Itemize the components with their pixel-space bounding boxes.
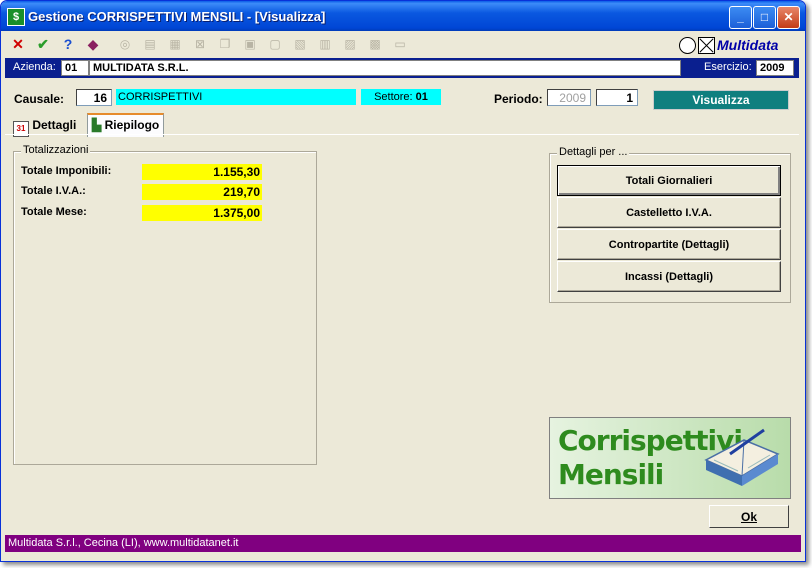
castelletto-iva-button[interactable]: Castelletto I.V.A. [557, 197, 781, 228]
totale-imponibili-value: 1.155,30 [142, 164, 262, 180]
note-icon[interactable]: ▭ [391, 35, 409, 53]
ok-button[interactable]: Ok [709, 505, 789, 528]
help-icon[interactable]: ? [59, 35, 77, 53]
maximize-button[interactable]: □ [753, 6, 776, 29]
periodo-month-input[interactable]: 1 [596, 89, 638, 106]
settore-label: Settore: [374, 91, 413, 103]
causale-code-input[interactable]: 16 [76, 89, 112, 106]
tab-dettagli[interactable]: 31 Dettagli [13, 115, 77, 137]
print-icon[interactable]: ▤ [141, 35, 159, 53]
minimize-button[interactable]: _ [729, 6, 752, 29]
close-button[interactable]: ✕ [777, 6, 800, 29]
totalizzazioni-title: Totalizzazioni [21, 144, 91, 156]
totale-imponibili-label: Totale Imponibili: [21, 165, 112, 177]
azienda-name: MULTIDATA S.R.L. [89, 60, 681, 76]
totale-iva-value: 219,70 [142, 184, 262, 200]
tab-dettagli-label: Dettagli [32, 118, 77, 132]
delete-icon[interactable]: ⊠ [191, 35, 209, 53]
new-document-icon[interactable]: ▢ [266, 35, 284, 53]
azienda-label: Azienda: [13, 61, 56, 73]
cancel-icon[interactable]: ✕ [9, 35, 27, 53]
esercizio-value: 2009 [756, 60, 794, 76]
brand-name: Multidata [717, 37, 779, 53]
settore-value: 01 [415, 91, 428, 103]
tab-riepilogo-label: Riepilogo [104, 118, 160, 132]
table-icon[interactable]: ▥ [316, 35, 334, 53]
causale-description: CORRISPETTIVI [116, 89, 356, 105]
tab-divider [5, 134, 799, 135]
confirm-icon[interactable]: ✔ [34, 35, 52, 53]
circle-icon [679, 36, 696, 54]
totale-iva-label: Totale I.V.A.: [21, 185, 86, 197]
periodo-year-input[interactable]: 2009 [547, 89, 591, 106]
paste-icon[interactable]: ▣ [241, 35, 259, 53]
esercizio-label: Esercizio: [704, 61, 752, 73]
binoculars-icon[interactable]: ◎ [116, 35, 134, 53]
preview-icon[interactable]: ▦ [166, 35, 184, 53]
totale-mese-value: 1.375,00 [142, 205, 262, 221]
open-book-icon [704, 428, 780, 486]
dettagli-per-title: Dettagli per ... [557, 146, 630, 158]
banner-line2: Mensili [558, 458, 664, 491]
company-bar: Azienda: 01 MULTIDATA S.R.L. Esercizio: … [5, 58, 799, 78]
report-icon: ▙ [92, 118, 102, 132]
main-window: $ Gestione CORRISPETTIVI MENSILI - [Visu… [0, 0, 806, 562]
settore-box: Settore: 01 [361, 89, 441, 105]
copy-icon[interactable]: ❐ [216, 35, 234, 53]
book-icon[interactable]: ◆ [84, 35, 102, 53]
image-icon[interactable]: ▧ [291, 35, 309, 53]
export-icon[interactable]: ▩ [366, 35, 384, 53]
causale-label: Causale: [14, 92, 65, 106]
contropartite-button[interactable]: Contropartite (Dettagli) [557, 229, 781, 260]
corrispettivi-banner: Corrispettivi Mensili [549, 417, 791, 499]
window-title: Gestione CORRISPETTIVI MENSILI - [Visual… [28, 9, 326, 24]
totale-mese-label: Totale Mese: [21, 206, 87, 218]
totali-giornalieri-button[interactable]: Totali Giornalieri [557, 165, 781, 196]
crossed-box-icon [698, 36, 715, 54]
incassi-button[interactable]: Incassi (Dettagli) [557, 261, 781, 292]
azienda-code: 01 [61, 60, 89, 76]
status-bar: Multidata S.r.l., Cecina (LI), www.multi… [5, 535, 801, 552]
periodo-label: Periodo: [494, 92, 543, 106]
brand-logo: Multidata [679, 35, 797, 55]
ok-button-label: Ok [740, 510, 757, 524]
app-icon: $ [7, 8, 25, 26]
visualizza-button[interactable]: Visualizza [653, 90, 789, 110]
form-icon[interactable]: ▨ [341, 35, 359, 53]
title-bar: $ Gestione CORRISPETTIVI MENSILI - [Visu… [1, 1, 805, 31]
